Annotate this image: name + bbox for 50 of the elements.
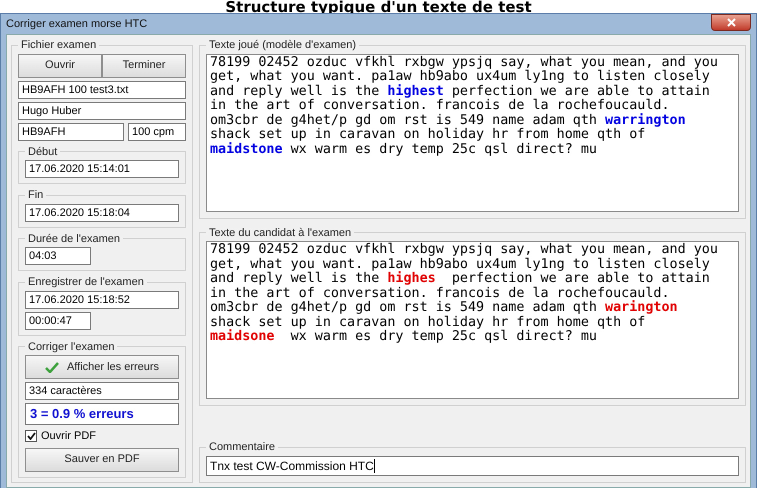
- toolbar-button[interactable]: Ouvrir: [18, 54, 102, 78]
- speed-field[interactable]: 100 cpm: [128, 122, 186, 140]
- text-line: 78199 02452 ozduc vfkhl rxbgw ypsjq say, what you mean, and you: [210, 243, 719, 258]
- text-cursor: [374, 458, 375, 472]
- show-errors-button[interactable]: Afficher les erreurs: [25, 355, 179, 379]
- text-area[interactable]: [206, 54, 739, 212]
- error-count-field: 3 = 0.9 % erreurs: [25, 403, 179, 425]
- group-label: Fichier examen: [20, 38, 98, 53]
- group-label: Corriger l'examen: [27, 340, 116, 354]
- text-line: get, what you want. pa1aw hb9abo ux4um ly1ng to listen closely: [210, 258, 711, 272]
- text-field[interactable]: 04:03: [25, 247, 91, 265]
- file-field[interactable]: HB9AFH 100 test3.txt: [18, 80, 186, 98]
- window-title: Corriger examen morse HTC: [6, 16, 148, 32]
- text-field[interactable]: 17.06.2020 15:14:01: [25, 160, 179, 178]
- open-pdf-checkbox[interactable]: Ouvrir PDF: [25, 428, 179, 444]
- group-label: Commentaire: [208, 440, 276, 455]
- text-line: om3cbr de g4het/p gd om rst is 549 name adam qth warington: [210, 301, 679, 316]
- checkbox[interactable]: [25, 430, 37, 442]
- group-label: Fin: [27, 188, 44, 203]
- text-line: maidsone wx warm es dry temp 25c qsl direct? mu: [210, 330, 598, 344]
- group-label: Enregistrer de l'examen: [27, 275, 145, 290]
- text-field[interactable]: 17.06.2020 15:18:52: [25, 290, 179, 308]
- close-icon: [726, 18, 736, 27]
- text-line: om3cbr de g4het/p gd om rst is 549 name adam qth warrington: [210, 114, 687, 128]
- comment-text: Tnx test CW-Commission HTC: [210, 458, 374, 474]
- check-icon: [26, 432, 36, 440]
- text-line: and reply well is the highest perfection we are able to attain: [210, 84, 711, 98]
- text-field[interactable]: 00:00:47: [25, 312, 91, 330]
- name-field[interactable]: Hugo Huber: [18, 102, 186, 120]
- text-line: and reply well is the highes perfection we are able to attain: [210, 272, 711, 286]
- text-line: maidstone wx warm es dry temp 25c qsl direct? mu: [210, 142, 598, 157]
- characters-field[interactable]: 334 caractères: [25, 382, 179, 400]
- text-field[interactable]: 17.06.2020 15:18:04: [25, 204, 179, 222]
- text-line: in the art of conversation. francois de la rochefoucauld.: [210, 286, 670, 300]
- toolbar-button[interactable]: Terminer: [102, 54, 186, 78]
- comment-field[interactable]: Tnx test CW-Commission HTC: [206, 456, 739, 476]
- close-button[interactable]: [711, 14, 751, 31]
- text-area[interactable]: [206, 241, 739, 399]
- save-pdf-button[interactable]: Sauver en PDF: [25, 448, 179, 472]
- text-line: shack set up in caravan on holiday hr from home qth of: [210, 316, 646, 330]
- text-line: 78199 02452 ozduc vfkhl rxbgw ypsjq say, what you mean, and you: [210, 56, 719, 70]
- group-label: Texte du candidat à l'examen: [208, 226, 352, 240]
- callsign-field[interactable]: HB9AFH: [18, 122, 124, 140]
- group-label: Durée de l'examen: [27, 232, 121, 246]
- text-line: in the art of conversation. francois de la rochefoucauld.: [210, 99, 671, 113]
- group-label: Texte joué (modèle d'examen): [208, 38, 358, 53]
- text-line: shack set up in caravan on holiday hr from home qth of: [210, 128, 646, 142]
- text-line: get, what you want. pa1aw hb9abo ux4um ly1ng to listen closely: [210, 70, 710, 84]
- check-icon: [44, 362, 59, 372]
- group-label: Début: [27, 144, 58, 160]
